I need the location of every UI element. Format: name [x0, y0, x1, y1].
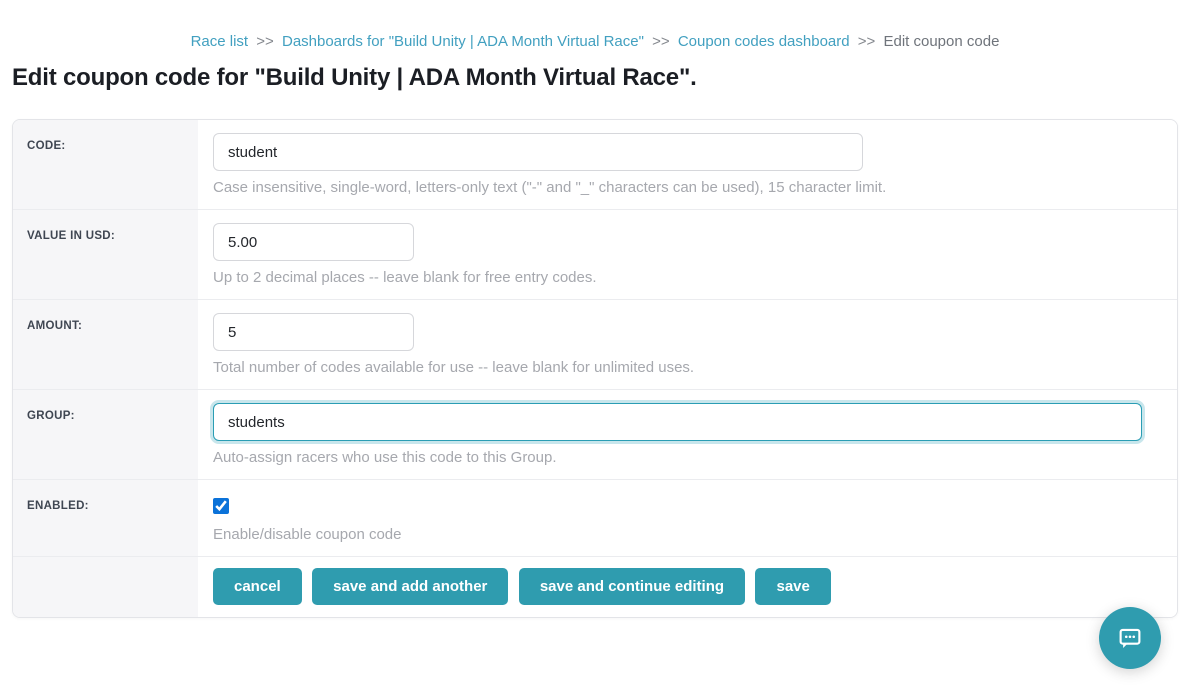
amount-label: AMOUNT:: [13, 300, 198, 389]
breadcrumb: Race list >> Dashboards for "Build Unity…: [0, 0, 1190, 50]
chat-fab-button[interactable]: [1099, 607, 1161, 669]
page-title: Edit coupon code for "Build Unity | ADA …: [12, 64, 1190, 92]
code-field-cell: Case insensitive, single-word, letters-o…: [198, 120, 1177, 209]
code-help-text: Case insensitive, single-word, letters-o…: [213, 179, 1159, 196]
enabled-label: ENABLED:: [13, 480, 198, 556]
breadcrumb-separator: >>: [652, 33, 670, 50]
form-buttons: cancel save and add another save and con…: [198, 557, 1177, 617]
group-input[interactable]: [213, 403, 1142, 441]
form-row-code: CODE: Case insensitive, single-word, let…: [13, 120, 1177, 209]
coupon-code-form: CODE: Case insensitive, single-word, let…: [12, 119, 1178, 618]
form-row-buttons: cancel save and add another save and con…: [13, 556, 1177, 617]
cancel-button[interactable]: cancel: [213, 568, 302, 605]
value-in-usd-field-cell: Up to 2 decimal places -- leave blank fo…: [198, 210, 1177, 299]
enabled-checkbox[interactable]: [213, 498, 229, 514]
save-and-add-another-button[interactable]: save and add another: [312, 568, 508, 605]
breadcrumb-separator: >>: [256, 33, 274, 50]
code-label: CODE:: [13, 120, 198, 209]
chat-bubble-icon: [1115, 623, 1145, 653]
buttons-row-spacer: [13, 557, 198, 617]
breadcrumb-current-page: Edit coupon code: [883, 33, 999, 50]
group-label: GROUP:: [13, 390, 198, 479]
amount-input[interactable]: [213, 313, 414, 351]
value-in-usd-input[interactable]: [213, 223, 414, 261]
breadcrumb-separator: >>: [858, 33, 876, 50]
form-row-group: GROUP: Auto-assign racers who use this c…: [13, 389, 1177, 479]
breadcrumb-link-coupon-codes-dashboard[interactable]: Coupon codes dashboard: [678, 33, 850, 50]
form-row-enabled: ENABLED: Enable/disable coupon code: [13, 479, 1177, 556]
enabled-field-cell: Enable/disable coupon code: [198, 480, 1177, 556]
group-help-text: Auto-assign racers who use this code to …: [213, 449, 1159, 466]
group-field-cell: Auto-assign racers who use this code to …: [198, 390, 1177, 479]
enabled-help-text: Enable/disable coupon code: [213, 526, 1159, 543]
code-input[interactable]: [213, 133, 863, 171]
save-and-continue-editing-button[interactable]: save and continue editing: [519, 568, 745, 605]
form-row-amount: AMOUNT: Total number of codes available …: [13, 299, 1177, 389]
value-in-usd-help-text: Up to 2 decimal places -- leave blank fo…: [213, 269, 1159, 286]
amount-field-cell: Total number of codes available for use …: [198, 300, 1177, 389]
breadcrumb-link-dashboards[interactable]: Dashboards for "Build Unity | ADA Month …: [282, 33, 644, 50]
value-in-usd-label: VALUE IN USD:: [13, 210, 198, 299]
save-button[interactable]: save: [755, 568, 830, 605]
amount-help-text: Total number of codes available for use …: [213, 359, 1159, 376]
breadcrumb-link-race-list[interactable]: Race list: [191, 33, 249, 50]
form-row-value-in-usd: VALUE IN USD: Up to 2 decimal places -- …: [13, 209, 1177, 299]
